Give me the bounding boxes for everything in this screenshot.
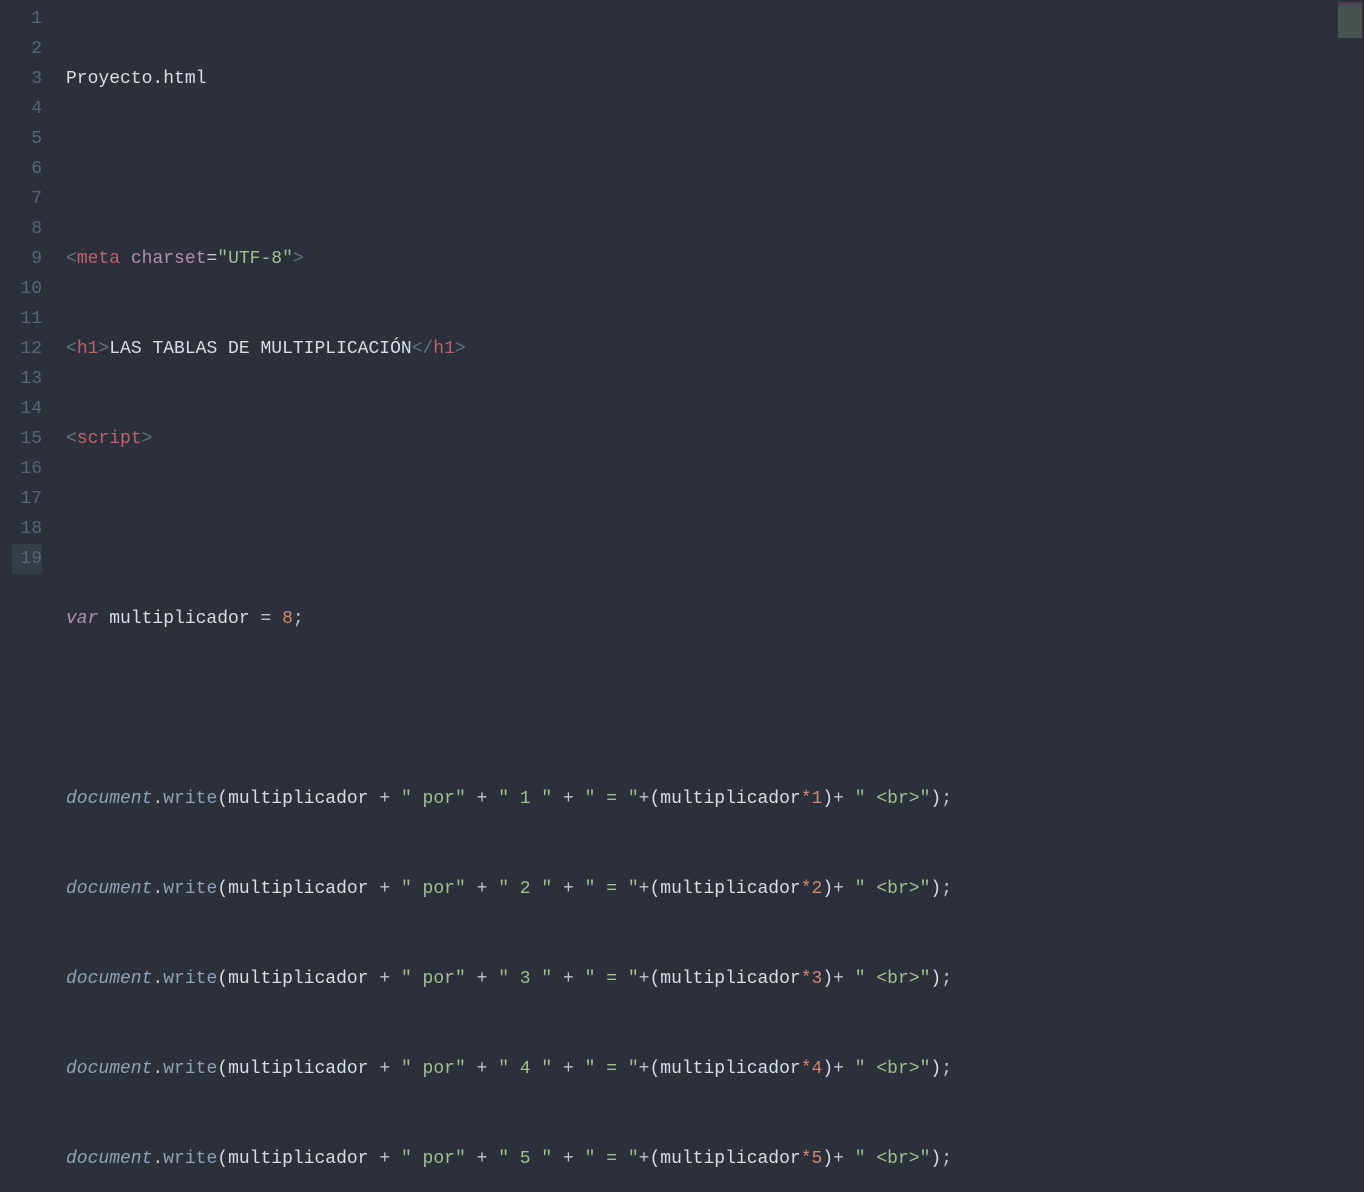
- line-number: 4: [12, 94, 42, 124]
- code-line[interactable]: [66, 514, 1364, 544]
- code-line[interactable]: <script>: [66, 424, 1364, 454]
- code-content[interactable]: Proyecto.html <meta charset="UTF-8"> <h1…: [60, 0, 1364, 596]
- code-line[interactable]: Proyecto.html: [66, 64, 1364, 94]
- line-number: 19: [12, 544, 42, 574]
- code-line[interactable]: <h1>LAS TABLAS DE MULTIPLICACIÓN</h1>: [66, 334, 1364, 364]
- filename-text: Proyecto.html: [66, 69, 206, 89]
- line-number: 16: [12, 454, 42, 484]
- line-number: 18: [12, 514, 42, 544]
- line-number: 10: [12, 274, 42, 304]
- line-number: 13: [12, 364, 42, 394]
- code-line[interactable]: document.write(multiplicador + " por" + …: [66, 784, 1364, 814]
- code-line[interactable]: <meta charset="UTF-8">: [66, 244, 1364, 274]
- line-number: 5: [12, 124, 42, 154]
- line-number: 2: [12, 34, 42, 64]
- code-line[interactable]: document.write(multiplicador + " por" + …: [66, 874, 1364, 904]
- code-line[interactable]: [66, 154, 1364, 184]
- line-number: 11: [12, 304, 42, 334]
- code-line[interactable]: var multiplicador = 8;: [66, 604, 1364, 634]
- line-number: 6: [12, 154, 42, 184]
- minimap[interactable]: [1338, 2, 1362, 38]
- line-number: 8: [12, 214, 42, 244]
- line-number: 3: [12, 64, 42, 94]
- line-number: 12: [12, 334, 42, 364]
- code-line[interactable]: document.write(multiplicador + " por" + …: [66, 1144, 1364, 1174]
- code-editor[interactable]: 1 2 3 4 5 6 7 8 9 10 11 12 13 14 15 16 1…: [0, 0, 1364, 596]
- code-line[interactable]: [66, 694, 1364, 724]
- line-number: 15: [12, 424, 42, 454]
- code-line[interactable]: document.write(multiplicador + " por" + …: [66, 1054, 1364, 1084]
- line-number-gutter: 1 2 3 4 5 6 7 8 9 10 11 12 13 14 15 16 1…: [0, 0, 60, 596]
- line-number: 9: [12, 244, 42, 274]
- line-number: 14: [12, 394, 42, 424]
- code-line[interactable]: document.write(multiplicador + " por" + …: [66, 964, 1364, 994]
- line-number: 17: [12, 484, 42, 514]
- line-number: 7: [12, 184, 42, 214]
- line-number: 1: [12, 4, 42, 34]
